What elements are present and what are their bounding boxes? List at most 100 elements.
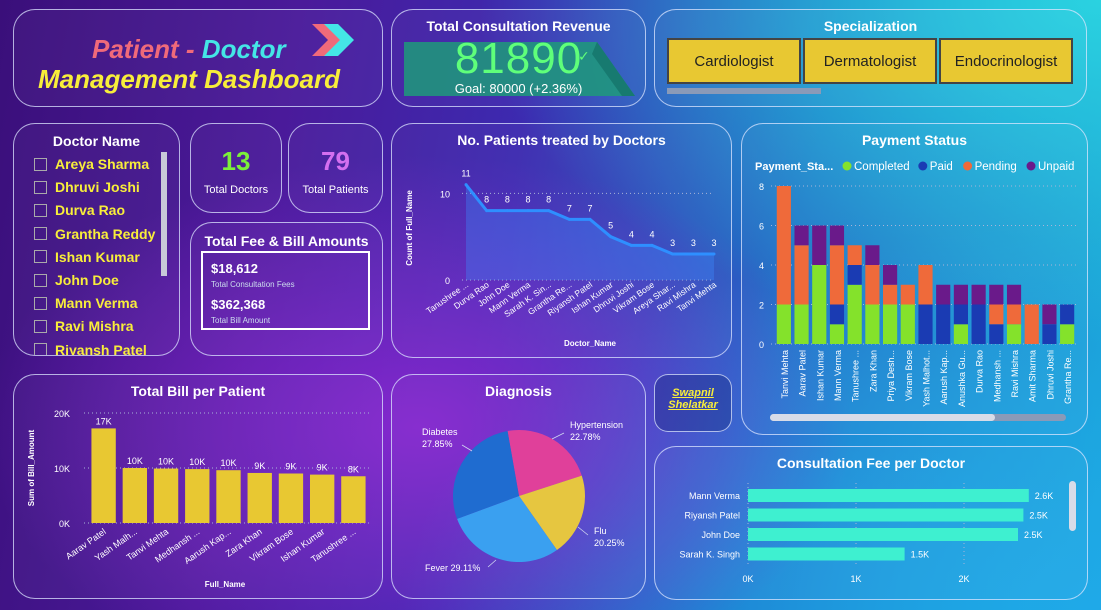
bar-segment-paid[interactable]	[989, 324, 1004, 344]
checkbox-icon[interactable]	[34, 296, 47, 310]
payment-scrollbar[interactable]	[770, 414, 1066, 421]
bar-segment-paid[interactable]	[936, 304, 951, 345]
bill-bar[interactable]	[153, 468, 179, 523]
bill-bar[interactable]	[185, 469, 210, 523]
bar-segment-completed[interactable]	[829, 324, 845, 344]
legend-item-pending[interactable]: Pending	[975, 161, 1017, 173]
bar-segment-pending[interactable]	[918, 265, 933, 305]
checkbox-icon[interactable]	[34, 180, 47, 194]
bar-segment-pending[interactable]	[989, 304, 1004, 325]
data-label: 2.5K	[1024, 530, 1043, 540]
checkbox-icon[interactable]	[34, 273, 47, 287]
spec-cardiologist-button[interactable]: Cardiologist	[667, 38, 801, 84]
bar-segment-unpaid[interactable]	[829, 225, 845, 246]
spec-dermatologist-button[interactable]: Dermatologist	[803, 38, 937, 84]
bar-segment-pending[interactable]	[883, 284, 898, 305]
bar-segment-paid[interactable]	[918, 304, 933, 345]
data-point[interactable]	[567, 217, 571, 221]
bill-bar[interactable]	[91, 428, 116, 523]
data-point[interactable]	[547, 209, 551, 213]
bill-bar[interactable]	[247, 472, 272, 523]
payment-scrollbar-thumb[interactable]	[770, 414, 995, 421]
checkbox-icon[interactable]	[34, 157, 47, 171]
bar-segment-pending[interactable]	[1024, 304, 1039, 345]
consult-fee-bar[interactable]	[748, 489, 1029, 502]
bar-segment-completed[interactable]	[865, 304, 880, 345]
spec-endocrinologist-button[interactable]: Endocrinologist	[939, 38, 1073, 84]
bar-segment-paid[interactable]	[953, 304, 968, 325]
data-point[interactable]	[526, 209, 530, 213]
bar-segment-unpaid[interactable]	[1042, 304, 1057, 325]
doctor-option-label: Riyansh Patel	[55, 341, 147, 356]
bar-segment-completed[interactable]	[900, 304, 915, 345]
consult-fee-bar[interactable]	[748, 547, 905, 561]
data-point[interactable]	[629, 243, 633, 247]
consult-fee-scrollbar[interactable]	[1069, 481, 1076, 531]
bill-bar[interactable]	[216, 470, 241, 523]
data-point[interactable]	[691, 252, 695, 256]
bar-segment-unpaid[interactable]	[989, 284, 1004, 305]
data-point[interactable]	[464, 183, 468, 187]
bar-segment-completed[interactable]	[1060, 324, 1075, 344]
legend-item-paid[interactable]: Paid	[930, 161, 953, 173]
bar-segment-pending[interactable]	[865, 265, 880, 305]
doctor-option-dhruvi-joshi[interactable]: Dhruvi Joshi	[34, 177, 140, 197]
doctor-option-mann-verma[interactable]: Mann Verma	[34, 293, 137, 313]
bill-bar[interactable]	[278, 473, 304, 524]
doctor-option-john-doe[interactable]: John Doe	[34, 270, 119, 290]
bill-bar[interactable]	[309, 474, 335, 523]
bar-segment-pending[interactable]	[829, 245, 845, 305]
bar-segment-unpaid[interactable]	[812, 225, 827, 266]
bar-segment-unpaid[interactable]	[865, 245, 880, 265]
doctor-option-grantha-reddy[interactable]: Grantha Reddy	[34, 224, 155, 244]
bar-segment-unpaid[interactable]	[936, 284, 951, 305]
bar-segment-unpaid[interactable]	[953, 284, 968, 305]
bar-segment-unpaid[interactable]	[794, 225, 809, 246]
checkbox-icon[interactable]	[34, 227, 47, 241]
data-point[interactable]	[588, 217, 592, 221]
bar-segment-unpaid[interactable]	[971, 284, 986, 305]
doctor-option-durva-rao[interactable]: Durva Rao	[34, 200, 125, 220]
bar-segment-paid[interactable]	[1042, 324, 1057, 344]
checkbox-icon[interactable]	[34, 250, 47, 264]
legend-item-unpaid[interactable]: Unpaid	[1038, 161, 1074, 173]
bar-segment-pending[interactable]	[1006, 304, 1022, 325]
doctor-option-areya-sharma[interactable]: Areya Sharma	[34, 154, 149, 174]
bar-segment-pending[interactable]	[776, 186, 791, 305]
data-point[interactable]	[650, 243, 654, 247]
bar-segment-paid[interactable]	[829, 304, 845, 325]
bar-segment-paid[interactable]	[1060, 304, 1075, 325]
bar-segment-completed[interactable]	[1006, 324, 1022, 344]
bar-segment-completed[interactable]	[776, 304, 791, 345]
data-point[interactable]	[485, 209, 489, 213]
consult-fee-bar[interactable]	[748, 508, 1024, 522]
doctor-option-ravi-mishra[interactable]: Ravi Mishra	[34, 316, 134, 336]
data-point[interactable]	[671, 252, 675, 256]
data-point[interactable]	[712, 252, 716, 256]
doctor-list-scrollbar[interactable]	[161, 152, 167, 276]
bar-segment-completed[interactable]	[953, 324, 968, 344]
doctor-option-ishan-kumar[interactable]: Ishan Kumar	[34, 247, 140, 267]
bar-segment-paid[interactable]	[971, 304, 986, 345]
data-point[interactable]	[609, 235, 613, 239]
bar-segment-completed[interactable]	[812, 265, 827, 344]
specialization-scrollbar[interactable]	[667, 88, 821, 94]
bar-segment-completed[interactable]	[794, 304, 809, 345]
bar-segment-completed[interactable]	[847, 284, 862, 344]
bar-segment-completed[interactable]	[883, 304, 898, 345]
checkbox-icon[interactable]	[34, 203, 47, 217]
checkbox-icon[interactable]	[34, 343, 47, 355]
data-point[interactable]	[505, 209, 509, 213]
checkbox-icon[interactable]	[34, 319, 47, 333]
legend-item-completed[interactable]: Completed	[854, 161, 910, 173]
bar-segment-unpaid[interactable]	[883, 265, 898, 285]
bill-bar[interactable]	[341, 476, 366, 523]
bar-segment-unpaid[interactable]	[1006, 284, 1022, 305]
bar-segment-paid[interactable]	[847, 265, 862, 285]
bar-segment-pending[interactable]	[900, 284, 915, 305]
bill-bar[interactable]	[122, 468, 148, 523]
doctor-option-riyansh-patel[interactable]: Riyansh Patel	[34, 340, 147, 356]
consult-fee-bar[interactable]	[748, 528, 1018, 541]
bar-segment-pending[interactable]	[847, 245, 862, 265]
bar-segment-pending[interactable]	[794, 245, 809, 305]
